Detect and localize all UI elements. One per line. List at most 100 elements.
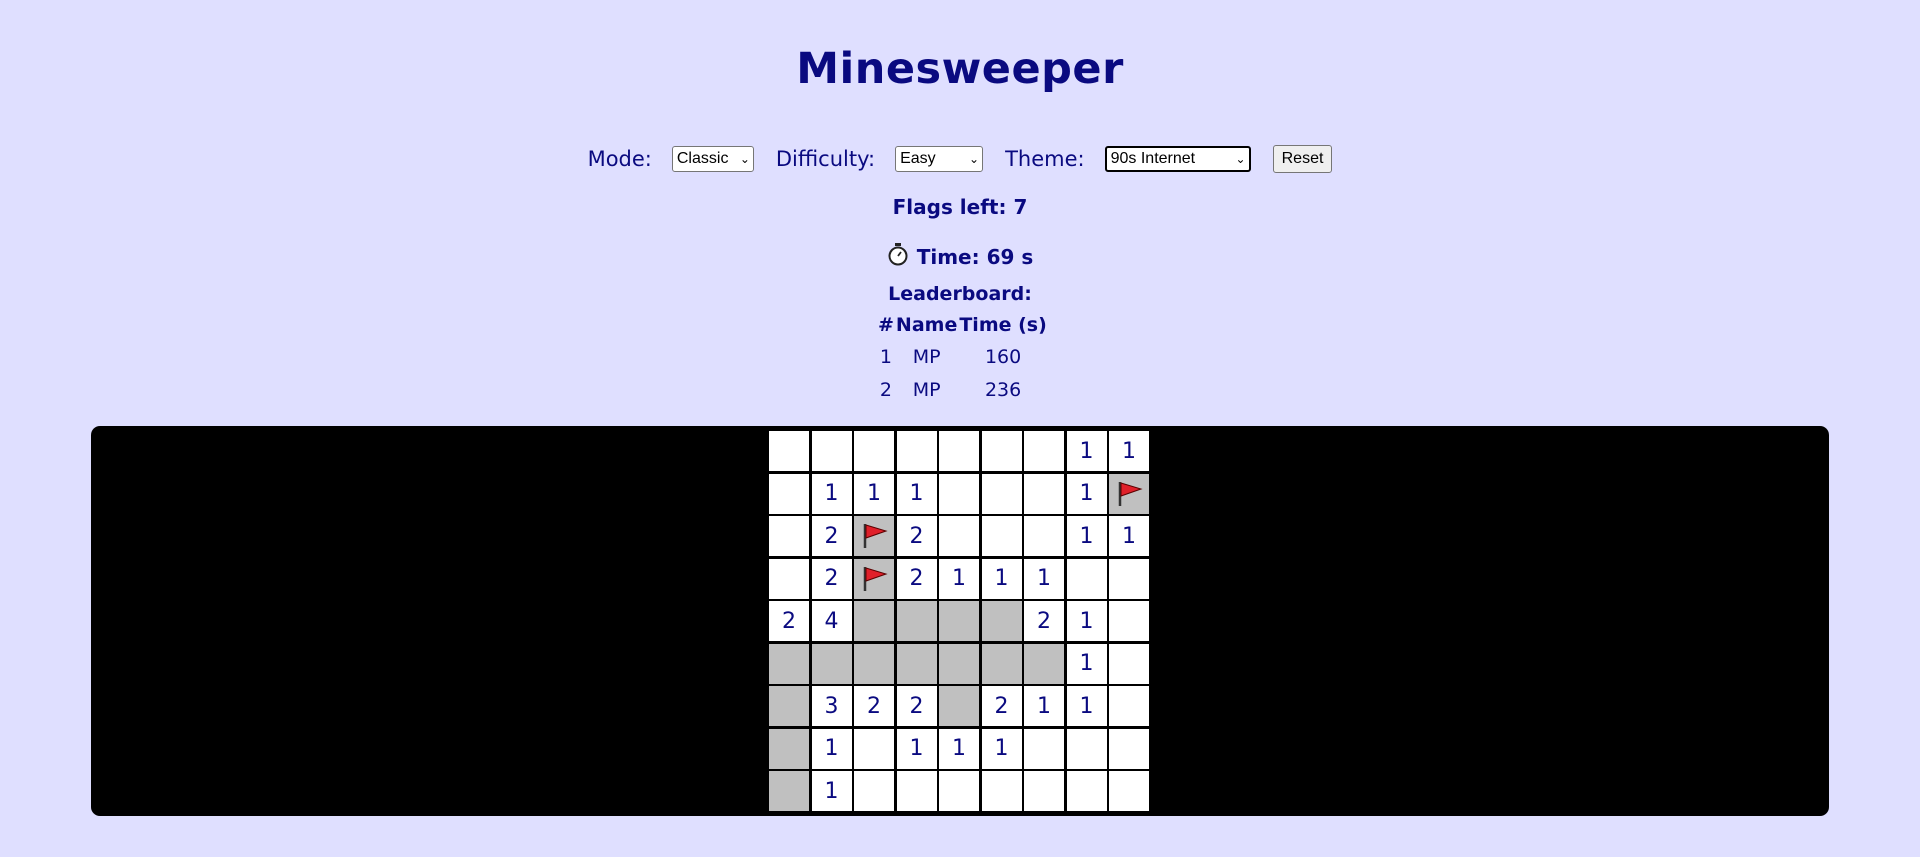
cell-empty[interactable]: [939, 473, 979, 514]
cell-number[interactable]: 1: [1066, 431, 1107, 471]
leaderboard-rank: 2: [879, 378, 892, 401]
cell-hidden[interactable]: [811, 643, 852, 684]
cell-number[interactable]: 1: [1024, 686, 1064, 726]
cell-number[interactable]: 1: [854, 473, 894, 514]
cell-hidden[interactable]: [939, 643, 979, 684]
cell-empty[interactable]: [1109, 558, 1149, 599]
theme-select[interactable]: 90s Internet ⌄: [1104, 146, 1251, 172]
cell-hidden[interactable]: [981, 643, 1022, 684]
cell-hidden[interactable]: [769, 771, 809, 811]
cell-hidden[interactable]: [854, 601, 894, 641]
flag-icon: [859, 564, 889, 594]
cell-empty[interactable]: [939, 431, 979, 471]
cell-hidden[interactable]: [769, 728, 809, 769]
cell-empty[interactable]: [1109, 771, 1149, 811]
cell-empty[interactable]: [769, 516, 809, 556]
cell-number[interactable]: 1: [1066, 601, 1107, 641]
cell-hidden[interactable]: [896, 643, 937, 684]
cell-hidden[interactable]: [939, 601, 979, 641]
cell-empty[interactable]: [1109, 643, 1149, 684]
cell-number[interactable]: 1: [896, 728, 937, 769]
cell-empty[interactable]: [1066, 771, 1107, 811]
cell-number[interactable]: 1: [1066, 686, 1107, 726]
stopwatch-icon: [887, 242, 909, 271]
controls-bar: Mode: Classic ⌄ Difficulty: Easy ⌄ Theme…: [0, 145, 1920, 173]
cell-number[interactable]: 1: [1024, 558, 1064, 599]
cell-flagged[interactable]: [854, 516, 894, 556]
cell-number[interactable]: 4: [811, 601, 852, 641]
cell-flagged[interactable]: [1109, 473, 1149, 514]
cell-empty[interactable]: [1024, 771, 1064, 811]
cell-number[interactable]: 1: [811, 728, 852, 769]
cell-number[interactable]: 1: [981, 558, 1022, 599]
cell-empty[interactable]: [811, 431, 852, 471]
cell-hidden[interactable]: [854, 643, 894, 684]
timer-text: Time: 69 s: [916, 244, 1034, 269]
cell-number[interactable]: 1: [811, 771, 852, 811]
mode-label: Mode:: [587, 147, 652, 171]
cell-hidden[interactable]: [981, 601, 1022, 641]
cell-empty[interactable]: [1024, 431, 1064, 471]
cell-number[interactable]: 1: [1109, 516, 1149, 556]
flags-left: Flags left: 7: [892, 195, 1028, 219]
cell-empty[interactable]: [981, 473, 1022, 514]
cell-number[interactable]: 2: [896, 516, 937, 556]
cell-empty[interactable]: [769, 431, 809, 471]
cell-number[interactable]: 1: [811, 473, 852, 514]
cell-empty[interactable]: [939, 516, 979, 556]
cell-hidden[interactable]: [896, 601, 937, 641]
cell-empty[interactable]: [769, 473, 809, 514]
cell-number[interactable]: 2: [811, 516, 852, 556]
cell-empty[interactable]: [1109, 601, 1149, 641]
cell-number[interactable]: 2: [769, 601, 809, 641]
cell-hidden[interactable]: [939, 686, 979, 726]
difficulty-select-value: Easy: [900, 150, 936, 167]
cell-empty[interactable]: [981, 771, 1022, 811]
cell-number[interactable]: 2: [981, 686, 1022, 726]
cell-number[interactable]: 2: [811, 558, 852, 599]
cell-empty[interactable]: [1024, 473, 1064, 514]
cell-number[interactable]: 2: [896, 686, 937, 726]
cell-empty[interactable]: [1024, 728, 1064, 769]
chevron-down-icon: ⌄: [739, 152, 750, 166]
cell-number[interactable]: 1: [1109, 431, 1149, 471]
leaderboard-time: 236: [984, 378, 1022, 401]
cell-empty[interactable]: [1109, 686, 1149, 726]
cell-empty[interactable]: [981, 431, 1022, 471]
cell-empty[interactable]: [1109, 728, 1149, 769]
cell-number[interactable]: 1: [939, 558, 979, 599]
cell-number[interactable]: 3: [811, 686, 852, 726]
cell-empty[interactable]: [854, 728, 894, 769]
cell-number[interactable]: 1: [1066, 516, 1107, 556]
cell-empty[interactable]: [981, 516, 1022, 556]
cell-empty[interactable]: [769, 558, 809, 599]
theme-label: Theme:: [1005, 147, 1085, 171]
cell-empty[interactable]: [854, 771, 894, 811]
cell-hidden[interactable]: [769, 643, 809, 684]
cell-empty[interactable]: [896, 771, 937, 811]
cell-flagged[interactable]: [854, 558, 894, 599]
cell-number[interactable]: 2: [896, 558, 937, 599]
mode-select[interactable]: Classic ⌄: [671, 146, 754, 172]
cell-hidden[interactable]: [1024, 643, 1064, 684]
reset-button[interactable]: Reset: [1272, 145, 1333, 173]
mode-select-value: Classic: [676, 150, 729, 167]
timer: Time: 69 s: [0, 242, 1920, 271]
cell-hidden[interactable]: [769, 686, 809, 726]
cell-number[interactable]: 1: [1066, 473, 1107, 514]
cell-number[interactable]: 1: [1066, 643, 1107, 684]
cell-number[interactable]: 2: [854, 686, 894, 726]
cell-number[interactable]: 1: [896, 473, 937, 514]
cell-empty[interactable]: [1066, 558, 1107, 599]
cell-empty[interactable]: [1066, 728, 1107, 769]
cell-empty[interactable]: [939, 771, 979, 811]
cell-empty[interactable]: [854, 431, 894, 471]
cell-number[interactable]: 1: [981, 728, 1022, 769]
minefield-grid: 1111112211221112421132221111111: [769, 431, 1149, 811]
cell-number[interactable]: 1: [939, 728, 979, 769]
cell-number[interactable]: 2: [1024, 601, 1064, 641]
cell-empty[interactable]: [896, 431, 937, 471]
leaderboard-row: 2 MP 236: [877, 373, 1048, 406]
difficulty-select[interactable]: Easy ⌄: [895, 146, 984, 172]
cell-empty[interactable]: [1024, 516, 1064, 556]
